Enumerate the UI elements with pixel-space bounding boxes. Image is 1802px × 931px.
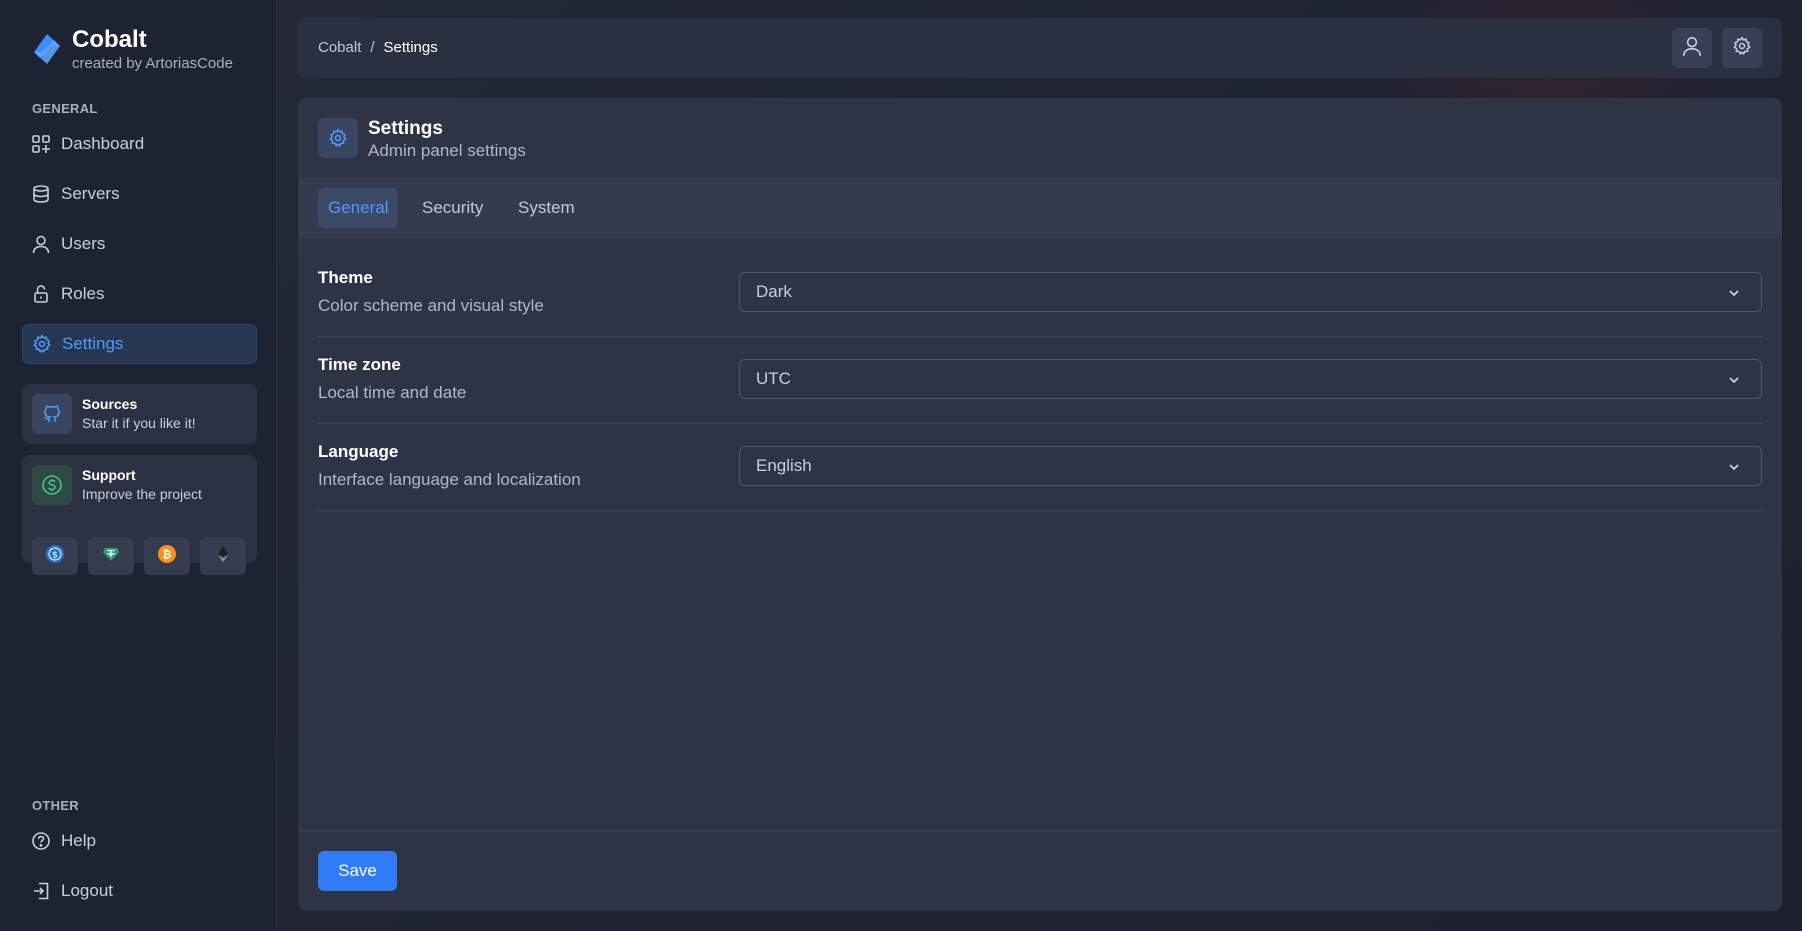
sidebar-item-logout[interactable]: Logout — [22, 871, 257, 911]
tether-icon — [101, 544, 121, 569]
support-card: Support Improve the project $ ₿ — [22, 455, 257, 575]
ethereum-button[interactable] — [200, 537, 246, 575]
setting-description: Color scheme and visual style — [318, 296, 544, 315]
tab-general[interactable]: General — [318, 188, 399, 228]
timezone-select[interactable]: UTC — [739, 359, 1762, 399]
ethereum-icon — [213, 544, 233, 569]
support-title: Support — [82, 467, 136, 483]
brand[interactable]: Cobalt created by ArtoriasCode — [30, 26, 233, 73]
sidebar-item-label: Logout — [61, 881, 113, 900]
panel-footer: Save — [298, 830, 1782, 911]
setting-description: Local time and date — [318, 383, 467, 402]
setting-row-language: Language Interface language and localiza… — [318, 424, 1762, 511]
svg-text:$: $ — [52, 550, 58, 560]
setting-description: Interface language and localization — [318, 470, 581, 489]
save-button[interactable]: Save — [318, 851, 397, 891]
gear-icon — [318, 118, 358, 158]
breadcrumb: Cobalt / Settings — [318, 39, 438, 56]
help-icon — [31, 831, 51, 851]
chevron-down-icon — [1727, 459, 1741, 479]
sources-card[interactable]: Sources Star it if you like it! — [22, 384, 257, 444]
bitcoin-button[interactable]: ₿ — [144, 537, 190, 575]
profile-button[interactable] — [1672, 28, 1712, 68]
lock-icon — [31, 284, 51, 304]
brand-subtitle: created by ArtoriasCode — [72, 55, 233, 72]
setting-label: Language — [318, 442, 399, 461]
sidebar-item-label: Users — [61, 234, 106, 253]
user-icon — [1681, 35, 1703, 62]
sources-subtitle: Star it if you like it! — [82, 415, 196, 431]
tether-button[interactable] — [88, 537, 134, 575]
setting-label: Theme — [318, 268, 373, 287]
section-label-general: GENERAL — [32, 101, 98, 116]
sidebar-item-help[interactable]: Help — [22, 821, 257, 861]
tabs-bar: General Security System — [298, 178, 1782, 238]
sidebar-item-label: Servers — [61, 184, 120, 203]
topbar: Cobalt / Settings — [298, 18, 1782, 78]
setting-label: Time zone — [318, 355, 401, 374]
usdc-button[interactable]: $ — [32, 537, 78, 575]
usdc-icon: $ — [45, 544, 65, 569]
section-label-other: OTHER — [32, 798, 79, 813]
sidebar-item-label: Settings — [62, 334, 124, 353]
database-icon — [31, 184, 51, 204]
sidebar-item-servers[interactable]: Servers — [22, 174, 257, 214]
theme-select[interactable]: Dark — [739, 272, 1762, 312]
setting-row-theme: Theme Color scheme and visual style Dark — [318, 250, 1762, 337]
breadcrumb-current: Settings — [383, 39, 438, 56]
setting-row-timezone: Time zone Local time and date UTC — [318, 337, 1762, 424]
bitcoin-icon: ₿ — [157, 544, 177, 569]
sidebar: Cobalt created by ArtoriasCode GENERAL D… — [0, 0, 277, 931]
cobalt-logo-icon — [30, 32, 64, 70]
sidebar-item-settings[interactable]: Settings — [22, 324, 257, 364]
sidebar-item-label: Help — [61, 831, 96, 850]
tab-security[interactable]: Security — [412, 188, 493, 228]
chevron-down-icon — [1727, 372, 1741, 392]
dollar-icon — [32, 465, 72, 505]
language-select[interactable]: English — [739, 446, 1762, 486]
sidebar-item-roles[interactable]: Roles — [22, 274, 257, 314]
tab-system[interactable]: System — [508, 188, 585, 228]
brand-name: Cobalt — [72, 26, 147, 53]
select-value: Dark — [756, 282, 792, 301]
page-subtitle: Admin panel settings — [368, 141, 526, 160]
dashboard-icon — [31, 134, 51, 154]
user-icon — [31, 234, 51, 254]
sidebar-item-label: Dashboard — [61, 134, 145, 153]
svg-text:₿: ₿ — [163, 548, 172, 561]
chevron-down-icon — [1727, 285, 1741, 305]
gear-icon — [1732, 35, 1752, 61]
breadcrumb-root[interactable]: Cobalt — [318, 39, 361, 56]
select-value: UTC — [756, 369, 791, 388]
github-icon — [32, 394, 72, 434]
sidebar-item-dashboard[interactable]: Dashboard — [22, 124, 257, 164]
logout-icon — [31, 881, 51, 901]
gear-icon — [32, 334, 52, 354]
panel-header: Settings Admin panel settings — [318, 118, 526, 160]
sidebar-item-label: Roles — [61, 284, 105, 303]
settings-panel: Settings Admin panel settings General Se… — [298, 98, 1782, 911]
breadcrumb-separator: / — [370, 39, 375, 56]
page-title: Settings — [368, 118, 443, 139]
sidebar-item-users[interactable]: Users — [22, 224, 257, 264]
settings-button[interactable] — [1722, 28, 1762, 68]
select-value: English — [756, 456, 812, 475]
support-subtitle: Improve the project — [82, 486, 202, 502]
sources-title: Sources — [82, 396, 138, 412]
